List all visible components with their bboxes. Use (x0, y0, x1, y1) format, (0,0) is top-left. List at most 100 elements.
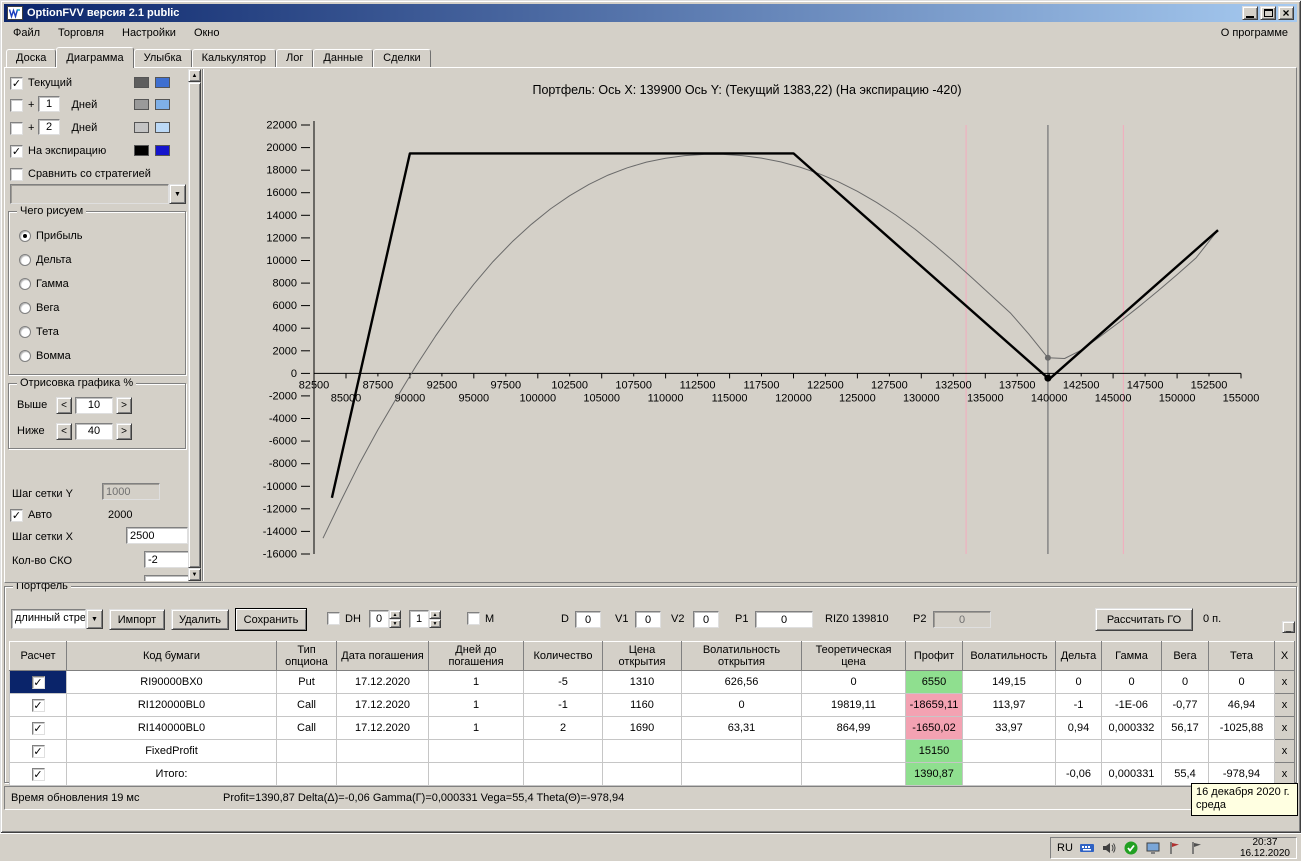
row-calc-cell[interactable]: ✓ (9, 762, 67, 786)
scroll-up-icon[interactable]: ▲ (188, 69, 201, 82)
cell[interactable]: 17.12.2020 (336, 693, 429, 717)
cell[interactable]: -1 (523, 693, 603, 717)
day2-color-swatch-2[interactable] (155, 122, 170, 133)
cell[interactable] (801, 762, 906, 786)
v2-input[interactable] (693, 611, 719, 628)
cell[interactable]: 0 (801, 670, 906, 694)
flag-icon-2[interactable] (1189, 840, 1205, 856)
tab-board[interactable]: Доска (6, 49, 57, 67)
cell[interactable] (681, 739, 802, 763)
dropdown-arrow-icon[interactable]: ▼ (169, 184, 186, 204)
column-header[interactable]: X (1274, 641, 1295, 671)
above-percent-input[interactable] (75, 396, 113, 414)
row-calc-cell[interactable]: ✓ (9, 693, 67, 717)
radio-icon[interactable] (19, 254, 31, 266)
cell[interactable]: 2 (523, 716, 603, 740)
cell[interactable] (801, 739, 906, 763)
cell[interactable] (1161, 739, 1209, 763)
p2-input[interactable] (933, 611, 991, 628)
cell[interactable] (962, 762, 1056, 786)
dh-spinner-1[interactable]: ▲▼ (369, 610, 401, 628)
draw-option-radio[interactable]: Гамма (19, 278, 69, 290)
cell[interactable] (681, 762, 802, 786)
cell[interactable]: 864,99 (801, 716, 906, 740)
dh-spin2-input[interactable] (409, 610, 429, 628)
row-calc-cell[interactable]: ✓ (9, 670, 67, 694)
cell[interactable]: RI90000BX0 (66, 670, 277, 694)
cell[interactable]: Call (276, 716, 337, 740)
maximize-button[interactable] (1260, 6, 1276, 20)
cell[interactable]: Put (276, 670, 337, 694)
cell[interactable] (1208, 739, 1275, 763)
payoff-chart[interactable]: Портфель: Ось X: 139900 Ось Y: (Текущий … (204, 68, 1296, 582)
cell[interactable] (523, 762, 603, 786)
cell[interactable] (428, 762, 524, 786)
auto-checkbox[interactable]: ✓ (10, 508, 23, 522)
table-row[interactable]: ✓ RI90000BX0 Put 17.12.2020 1 -5 1310 626,56 0 65… (9, 670, 1295, 694)
row-checkbox[interactable]: ✓ (31, 721, 45, 735)
day1-color-swatch-2[interactable] (155, 99, 170, 110)
day2-input[interactable] (38, 119, 60, 135)
cell[interactable]: 1310 (602, 670, 682, 694)
import-button[interactable]: Импорт (109, 609, 165, 630)
auto-grid-row[interactable]: ✓ Авто (10, 507, 52, 523)
current-color-swatch-2[interactable] (155, 77, 170, 88)
clipped-bottom-input[interactable] (144, 575, 190, 581)
tab-diagram[interactable]: Диаграмма (56, 47, 134, 68)
day2-color-swatch-1[interactable] (134, 122, 149, 133)
row-checkbox[interactable]: ✓ (31, 675, 45, 689)
draw-option-radio[interactable]: Тета (19, 326, 59, 338)
row-delete-button[interactable]: x (1274, 670, 1295, 694)
tab-calculator[interactable]: Калькулятор (191, 49, 277, 67)
cell[interactable]: 149,15 (962, 670, 1056, 694)
cell[interactable]: -1E-06 (1101, 693, 1162, 717)
above-decrease-button[interactable]: < (56, 396, 72, 414)
radio-icon[interactable] (19, 278, 31, 290)
draw-option-radio[interactable]: Дельта (19, 254, 72, 266)
cell[interactable]: -1025,88 (1208, 716, 1275, 740)
radio-icon[interactable] (19, 326, 31, 338)
scrollbar-thumb[interactable] (188, 82, 201, 568)
menu-file[interactable]: Файл (4, 24, 49, 42)
table-row[interactable]: ✓ RI120000BL0 Call 17.12.2020 1 -1 1160 0 19819,… (9, 693, 1295, 717)
keyboard-icon[interactable] (1079, 840, 1095, 856)
antivirus-check-icon[interactable] (1123, 840, 1139, 856)
toggle-current[interactable]: ✓ Текущий (10, 75, 170, 91)
grid-y-input[interactable] (102, 483, 160, 500)
cell[interactable]: 33,97 (962, 716, 1056, 740)
column-header[interactable]: Дата погашения (336, 641, 429, 671)
calculate-margin-button[interactable]: Рассчитать ГО (1095, 608, 1193, 631)
below-increase-button[interactable]: > (116, 422, 132, 440)
menu-trading[interactable]: Торговля (49, 24, 113, 42)
day1-color-swatch-1[interactable] (134, 99, 149, 110)
cell[interactable]: 1160 (602, 693, 682, 717)
cell[interactable]: 63,31 (681, 716, 802, 740)
row-checkbox[interactable]: ✓ (31, 744, 45, 758)
radio-icon[interactable] (19, 230, 31, 242)
cell[interactable]: 1390,87 (905, 762, 963, 786)
menu-about[interactable]: О программе (1212, 24, 1297, 42)
column-header[interactable]: Профит (905, 641, 963, 671)
cell[interactable]: 0,000332 (1101, 716, 1162, 740)
compare-checkbox[interactable] (10, 167, 23, 181)
column-header[interactable]: Цена открытия (602, 641, 682, 671)
column-header[interactable]: Код бумаги (66, 641, 277, 671)
cell[interactable] (276, 739, 337, 763)
dh-checkbox[interactable] (327, 612, 340, 625)
row-calc-cell[interactable]: ✓ (9, 716, 67, 740)
cell[interactable]: Итого: (66, 762, 277, 786)
close-button[interactable]: × (1278, 6, 1294, 20)
draw-option-radio[interactable]: Вомма (19, 350, 71, 362)
row-delete-button[interactable]: x (1274, 739, 1295, 763)
below-decrease-button[interactable]: < (56, 422, 72, 440)
column-header[interactable]: Гамма (1101, 641, 1162, 671)
cell[interactable]: RI140000BL0 (66, 716, 277, 740)
cell[interactable]: 1 (428, 716, 524, 740)
row-delete-button[interactable]: x (1274, 693, 1295, 717)
cell[interactable]: 113,97 (962, 693, 1056, 717)
cell[interactable]: -18659,11 (905, 693, 963, 717)
cell[interactable]: 0 (1055, 670, 1102, 694)
below-percent-input[interactable] (75, 422, 113, 440)
spin-down-icon[interactable]: ▼ (389, 619, 401, 628)
cell[interactable] (1101, 739, 1162, 763)
